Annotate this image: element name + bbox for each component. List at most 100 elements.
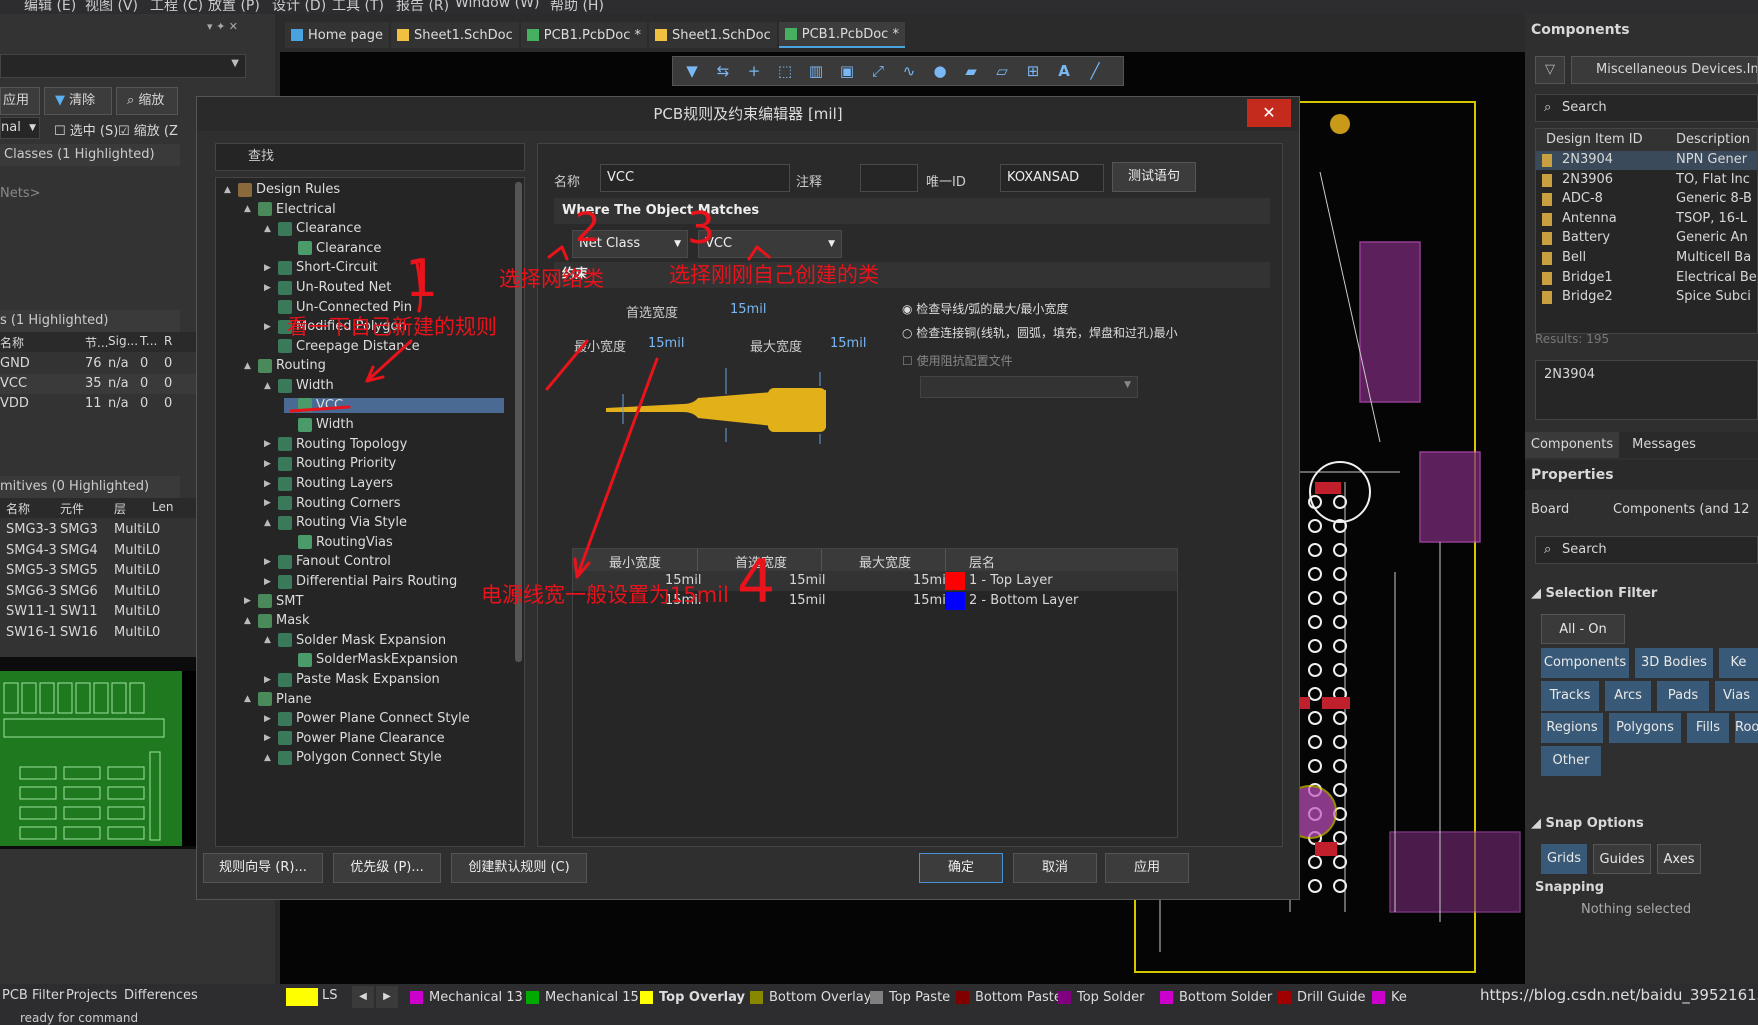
- table-row[interactable]: SW11-1 SW11 MultiL 0: [0, 602, 196, 622]
- select-checkbox[interactable]: ☐ 选中 (S): [54, 120, 118, 139]
- list-item[interactable]: Battery Generic An: [1536, 229, 1757, 248]
- menu-item[interactable]: 工程 (C): [150, 0, 203, 14]
- filter-arcs-button[interactable]: Arcs: [1605, 681, 1651, 711]
- menu-item[interactable]: 视图 (V): [85, 0, 138, 14]
- layer-next-button[interactable]: ▶: [376, 986, 398, 1008]
- document-tab[interactable]: Sheet1.SchDoc: [648, 22, 777, 48]
- text-tool-icon[interactable]: A: [1053, 61, 1075, 81]
- document-tab[interactable]: PCB1.PcbDoc *: [778, 22, 905, 48]
- current-layer-swatch[interactable]: [286, 988, 318, 1006]
- add-tool-icon[interactable]: +: [743, 61, 765, 81]
- menu-item[interactable]: 帮助 (H): [550, 0, 604, 14]
- menu-item[interactable]: 报告 (R): [396, 0, 449, 14]
- table-row[interactable]: VCC 35 n/a 0 0: [0, 374, 196, 394]
- ok-button[interactable]: 确定: [919, 853, 1003, 883]
- panel-tab[interactable]: Differences: [124, 988, 198, 1003]
- table-row[interactable]: SMG6-3 SMG6 MultiL 0: [0, 582, 196, 602]
- components-search[interactable]: ⌕ Search: [1535, 94, 1758, 122]
- menu-item[interactable]: Window (W): [455, 0, 539, 11]
- fill-tool-icon[interactable]: ▰: [960, 61, 982, 81]
- cancel-button[interactable]: 取消: [1013, 853, 1097, 883]
- measure-tool-icon[interactable]: ⊞: [1022, 61, 1044, 81]
- layer-tab[interactable]: Mechanical 13: [410, 986, 523, 1008]
- menu-item[interactable]: 编辑 (E): [24, 0, 76, 14]
- tab-components[interactable]: Components: [1525, 432, 1619, 458]
- panel-tab[interactable]: PCB Filter: [2, 988, 64, 1003]
- filter-vias-button[interactable]: Vias: [1715, 681, 1758, 711]
- filter-tool-icon[interactable]: ▼: [681, 61, 703, 81]
- layer-tab[interactable]: Top Paste: [870, 986, 950, 1008]
- menu-item[interactable]: 设计 (D): [272, 0, 326, 14]
- priority-button[interactable]: 优先级 (P)...: [333, 853, 441, 883]
- filter-rooms-button[interactable]: Rooms: [1735, 713, 1758, 743]
- list-item[interactable]: 2N3906 TO, Flat Inc: [1536, 171, 1757, 190]
- pad-tool-icon[interactable]: ●: [929, 61, 951, 81]
- polygon-tool-icon[interactable]: ▱: [991, 61, 1013, 81]
- table-row[interactable]: SW16-1 SW16 MultiL 0: [0, 623, 196, 643]
- list-item[interactable]: Bell Multicell Ba: [1536, 249, 1757, 268]
- filter-pads-button[interactable]: Pads: [1657, 681, 1709, 711]
- layer-tab[interactable]: Bottom Overlay: [750, 986, 871, 1008]
- apply-button[interactable]: 应用: [1105, 853, 1189, 883]
- layer-set-label[interactable]: LS: [322, 988, 338, 1003]
- all-on-button[interactable]: All - On: [1541, 614, 1625, 644]
- route-tool-icon[interactable]: ⇆: [712, 61, 734, 81]
- clear-button[interactable]: ▼ 清除: [44, 87, 112, 115]
- filter-icon[interactable]: ▽: [1535, 56, 1565, 84]
- layer-tab[interactable]: Top Solder: [1058, 986, 1144, 1008]
- filter-other-button[interactable]: Other: [1541, 746, 1601, 776]
- properties-search[interactable]: ⌕ Search: [1535, 536, 1758, 564]
- document-tab[interactable]: Sheet1.SchDoc: [391, 22, 519, 48]
- tab-messages[interactable]: Messages: [1621, 432, 1707, 458]
- layer-tab[interactable]: Mechanical 15: [526, 986, 639, 1008]
- snap-guides-button[interactable]: Guides: [1593, 844, 1651, 874]
- document-tab[interactable]: PCB1.PcbDoc *: [520, 22, 647, 48]
- layer-tab[interactable]: Ke: [1372, 986, 1407, 1008]
- filter-fills-button[interactable]: Fills: [1687, 713, 1729, 743]
- list-item[interactable]: Bridge2 Spice Subci: [1536, 288, 1757, 307]
- layer-prev-button[interactable]: ◀: [352, 986, 374, 1008]
- create-default-rules-button[interactable]: 创建默认规则 (C): [451, 853, 587, 883]
- layer-tab[interactable]: Bottom Paste: [956, 986, 1062, 1008]
- snap-axes-button[interactable]: Axes: [1657, 844, 1701, 874]
- menu-item[interactable]: 放置 (P): [208, 0, 260, 14]
- table-row[interactable]: GND 76 n/a 0 0: [0, 354, 196, 374]
- apply-button[interactable]: 应用: [0, 87, 40, 115]
- list-item[interactable]: Bridge1 Electrical Be: [1536, 269, 1757, 288]
- layer-tab[interactable]: Drill Guide: [1278, 986, 1366, 1008]
- select-rect-icon[interactable]: ⬚: [774, 61, 796, 81]
- interactive-route-icon[interactable]: ⤢: [867, 61, 889, 81]
- filter-components-button[interactable]: Components: [1541, 648, 1629, 678]
- panel-combo[interactable]: ▼: [0, 54, 246, 78]
- table-row[interactable]: SMG3-3 SMG3 MultiL 0: [0, 520, 196, 540]
- table-row[interactable]: VDD 11 n/a 0 0: [0, 394, 196, 414]
- filter-3d-bodies-button[interactable]: 3D Bodies: [1635, 648, 1713, 678]
- rule-wizard-button[interactable]: 规则向导 (R)...: [203, 853, 323, 883]
- diff-pair-icon[interactable]: ∿: [898, 61, 920, 81]
- board-value[interactable]: Components (and 12: [1613, 502, 1750, 517]
- list-item[interactable]: ADC-8 Generic 8-B: [1536, 190, 1757, 209]
- filter-tracks-button[interactable]: Tracks: [1541, 681, 1599, 711]
- table-row[interactable]: SMG5-3 SMG5 MultiL 0: [0, 561, 196, 581]
- table-row[interactable]: SMG4-3 SMG4 MultiL 0: [0, 541, 196, 561]
- layer-tab[interactable]: Top Overlay: [640, 986, 745, 1008]
- zoom-checkbox[interactable]: ☑ 缩放 (Z: [118, 120, 178, 139]
- filter-ke-button[interactable]: Ke: [1719, 648, 1758, 678]
- list-item[interactable]: 2N3904 NPN Gener: [1536, 151, 1757, 170]
- line-tool-icon[interactable]: ╱: [1084, 61, 1106, 81]
- document-tab[interactable]: Home page: [285, 22, 389, 48]
- chart-tool-icon[interactable]: ▥: [805, 61, 827, 81]
- zoom-button[interactable]: ⌕ 缩放: [116, 87, 178, 115]
- panel-controls[interactable]: ▾ ✦ ✕: [0, 20, 246, 42]
- mode-select[interactable]: nal ▼: [0, 117, 40, 139]
- component-tool-icon[interactable]: ▣: [836, 61, 858, 81]
- layer-tab[interactable]: Bottom Solder: [1160, 986, 1272, 1008]
- library-select[interactable]: Miscellaneous Devices.Int: [1571, 56, 1758, 84]
- filter-polygons-button[interactable]: Polygons: [1609, 713, 1681, 743]
- list-item[interactable]: Antenna TSOP, 16-L: [1536, 210, 1757, 229]
- panel-tab[interactable]: Projects: [66, 988, 117, 1003]
- menu-item[interactable]: 工具 (T): [332, 0, 384, 14]
- components-list[interactable]: Design Item ID Description 2N3904 NPN Gen…: [1535, 128, 1758, 334]
- filter-regions-button[interactable]: Regions: [1541, 713, 1603, 743]
- snap-grids-button[interactable]: Grids: [1541, 844, 1587, 874]
